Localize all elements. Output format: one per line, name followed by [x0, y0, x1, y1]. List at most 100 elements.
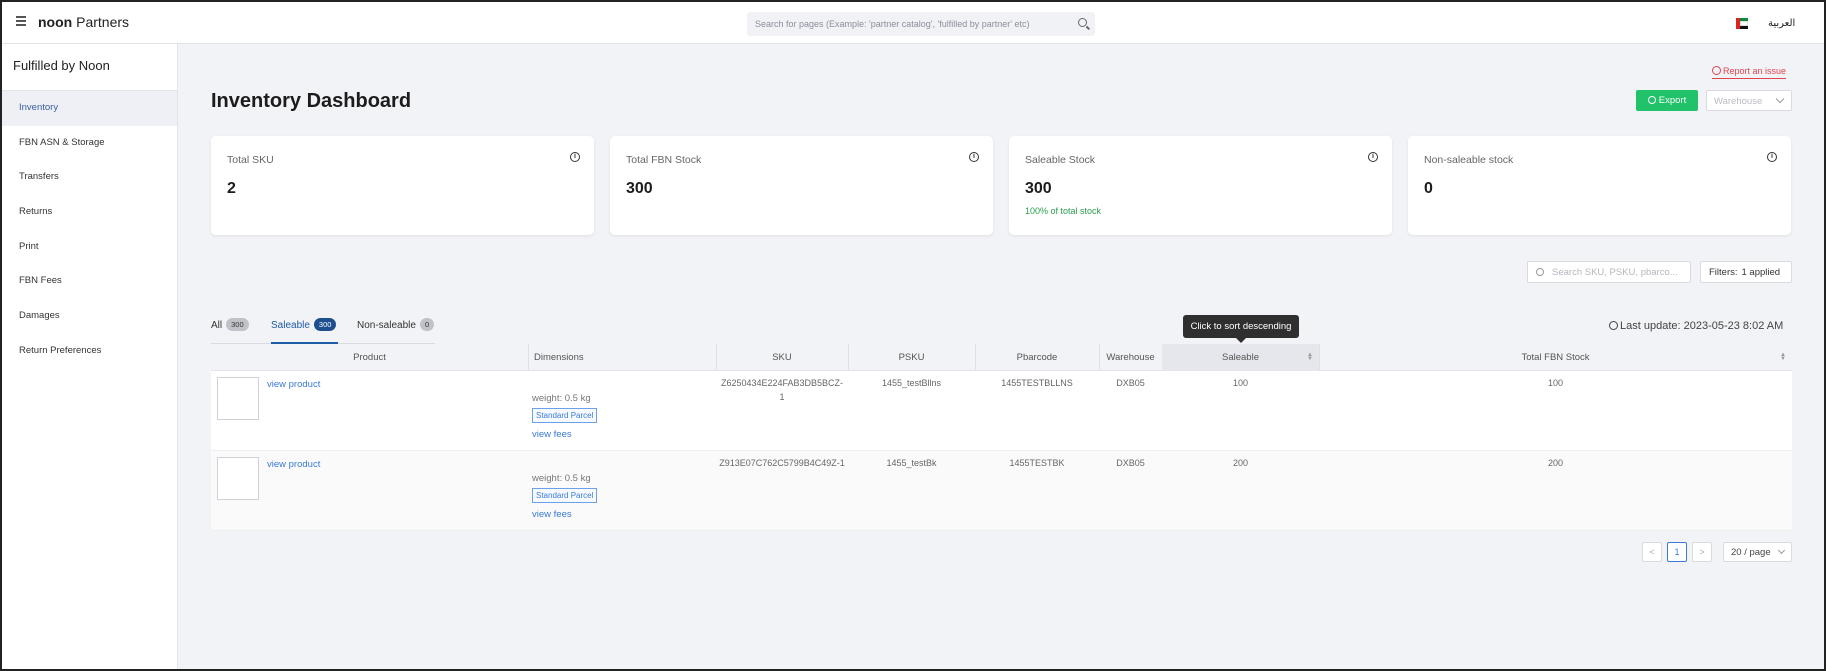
info-icon[interactable]: i — [570, 152, 580, 162]
parcel-badge: Standard Parcel — [532, 488, 598, 503]
card-value: 2 — [227, 180, 236, 197]
sidebar-item-return-preferences[interactable]: Return Preferences — [2, 334, 177, 369]
weight-text: weight: 0.5 kg — [532, 473, 591, 484]
product-thumbnail — [217, 457, 259, 500]
prev-page-button[interactable]: < — [1642, 542, 1662, 562]
alert-icon — [1712, 66, 1721, 75]
column-sku[interactable]: SKU — [716, 344, 848, 371]
column-dimensions: Dimensions — [534, 352, 584, 363]
sidebar-item-damages[interactable]: Damages — [2, 299, 177, 334]
sidebar-item-fbn-asn-storage[interactable]: FBN ASN & Storage — [2, 126, 177, 161]
pbarcode-cell: 1455TESTBLLNS — [1001, 378, 1073, 388]
tab-label: Non-saleable — [357, 320, 416, 331]
total-stock-cell: 100 — [1547, 378, 1564, 388]
product-thumbnail — [217, 377, 259, 420]
warehouse-select[interactable]: Warehouse — [1706, 90, 1792, 111]
column-psku[interactable]: PSKU — [848, 344, 975, 371]
card-value: 300 — [1025, 180, 1052, 197]
filters-value: 1 applied — [1741, 267, 1781, 278]
tab-label: Saleable — [271, 320, 310, 331]
card-value: 0 — [1424, 180, 1433, 197]
info-icon[interactable]: i — [969, 152, 979, 162]
card-label: Total SKU — [227, 154, 274, 166]
page-size-select[interactable]: 20 / page — [1723, 542, 1792, 562]
column-saleable-label: Saleable — [1222, 352, 1259, 363]
sidebar-item-fbn-fees[interactable]: FBN Fees — [2, 264, 177, 299]
info-icon[interactable]: i — [1767, 152, 1777, 162]
sku-cell: Z913E07C762C5799B4C49Z-1 — [716, 456, 848, 470]
language-switch[interactable]: العربية — [1768, 18, 1795, 29]
export-button[interactable]: Export — [1636, 90, 1698, 111]
sidebar-item-returns[interactable]: Returns — [2, 195, 177, 230]
column-pbarcode[interactable]: Pbarcode — [975, 344, 1099, 371]
export-label: Export — [1658, 95, 1687, 106]
column-total-label: Total FBN Stock — [1521, 352, 1590, 363]
parcel-badge: Standard Parcel — [532, 408, 598, 423]
card-subtext: 100% of total stock — [1025, 206, 1102, 216]
report-issue-label: Report an issue — [1723, 66, 1787, 76]
card-label: Non-saleable stock — [1424, 154, 1514, 166]
sort-icon: ▲ ▼ — [1780, 352, 1786, 362]
table-header: Product Dimensions SKU PSKU Pbarcode War… — [211, 344, 1792, 371]
sku-search-input[interactable]: Search SKU, PSKU, pbarco... — [1527, 261, 1691, 283]
view-fees-link[interactable]: view fees — [532, 509, 572, 520]
page-size-label: 20 / page — [1731, 547, 1771, 558]
export-icon — [1647, 96, 1656, 104]
page-button-current[interactable]: 1 — [1667, 542, 1687, 562]
sidebar-item-inventory[interactable]: Inventory — [2, 91, 177, 126]
column-total-fbn-stock[interactable]: Total FBN Stock ▲ ▼ — [1319, 344, 1792, 371]
tab-count-badge: 0 — [419, 318, 435, 331]
info-icon[interactable]: i — [1368, 152, 1378, 162]
view-product-link[interactable]: view product — [267, 459, 320, 470]
tab-count-badge: 300 — [226, 318, 249, 331]
sku-line2: 1 — [779, 392, 785, 402]
column-warehouse[interactable]: Warehouse — [1099, 344, 1162, 371]
search-icon[interactable] — [1078, 18, 1087, 27]
saleable-cell: 100 — [1232, 378, 1249, 388]
tab-label: All — [211, 320, 223, 331]
card-label: Saleable Stock — [1025, 154, 1096, 166]
sidebar: Fulfilled by Noon Inventory FBN ASN & St… — [2, 44, 178, 669]
tab-non-saleable[interactable]: Non-saleable 0 — [357, 318, 435, 344]
global-search-input[interactable]: Search for pages (Example: 'partner cata… — [747, 12, 1095, 36]
inventory-table: Product Dimensions SKU PSKU Pbarcode War… — [211, 344, 1792, 531]
last-update-text: Last update: 2023-05-23 8:02 AM — [1620, 320, 1784, 332]
sku-search-placeholder: Search SKU, PSKU, pbarco... — [1552, 267, 1678, 278]
weight-text: weight: 0.5 kg — [532, 393, 591, 404]
sidebar-item-print[interactable]: Print — [2, 230, 177, 265]
page-title: Inventory Dashboard — [211, 90, 412, 112]
psku-cell: 1455_testBllns — [881, 378, 942, 388]
clock-icon — [1609, 321, 1618, 330]
card-non-saleable-stock: Non-saleable stock i 0 — [1408, 136, 1791, 235]
tab-count-badge: 300 — [313, 318, 337, 331]
sidebar-title: Fulfilled by Noon — [2, 44, 177, 91]
menu-icon[interactable] — [16, 16, 26, 26]
card-label: Total FBN Stock — [626, 154, 702, 166]
sidebar-item-transfers[interactable]: Transfers — [2, 160, 177, 195]
brand-logo[interactable]: noon Partners — [38, 14, 129, 30]
view-product-link[interactable]: view product — [267, 379, 320, 390]
filters-button[interactable]: Filters: 1 applied — [1700, 261, 1792, 283]
tab-saleable[interactable]: Saleable 300 — [271, 318, 338, 344]
next-page-button[interactable]: > — [1692, 542, 1712, 562]
column-saleable[interactable]: Saleable ▲ ▼ — [1162, 344, 1319, 371]
table-row: view product weight: 0.5 kg Standard Par… — [211, 451, 1792, 531]
search-icon — [1536, 268, 1544, 276]
warehouse-cell: DXB05 — [1116, 378, 1145, 388]
app-frame: noon Partners Search for pages (Example:… — [0, 0, 1826, 671]
card-value: 300 — [626, 180, 653, 197]
global-search-placeholder: Search for pages (Example: 'partner cata… — [755, 19, 1030, 29]
table-row: view product weight: 0.5 kg Standard Par… — [211, 371, 1792, 451]
uae-flag-icon — [1736, 18, 1748, 29]
sort-tooltip: Click to sort descending — [1183, 315, 1299, 343]
report-issue-link[interactable]: Report an issue — [1712, 66, 1787, 79]
card-total-sku: Total SKU i 2 — [211, 136, 594, 235]
chevron-down-icon — [1777, 546, 1786, 555]
tab-all[interactable]: All 300 — [211, 318, 249, 344]
warehouse-placeholder: Warehouse — [1714, 96, 1763, 107]
sku-cell: Z6250434E224FAB3DB5BCZ- 1 — [716, 376, 848, 404]
view-fees-link[interactable]: view fees — [532, 429, 572, 440]
sort-icon: ▲ ▼ — [1307, 352, 1313, 362]
sku-line1: Z913E07C762C5799B4C49Z-1 — [719, 458, 845, 468]
stock-tabs: All 300 Saleable 300 Non-saleable 0 — [211, 318, 435, 344]
